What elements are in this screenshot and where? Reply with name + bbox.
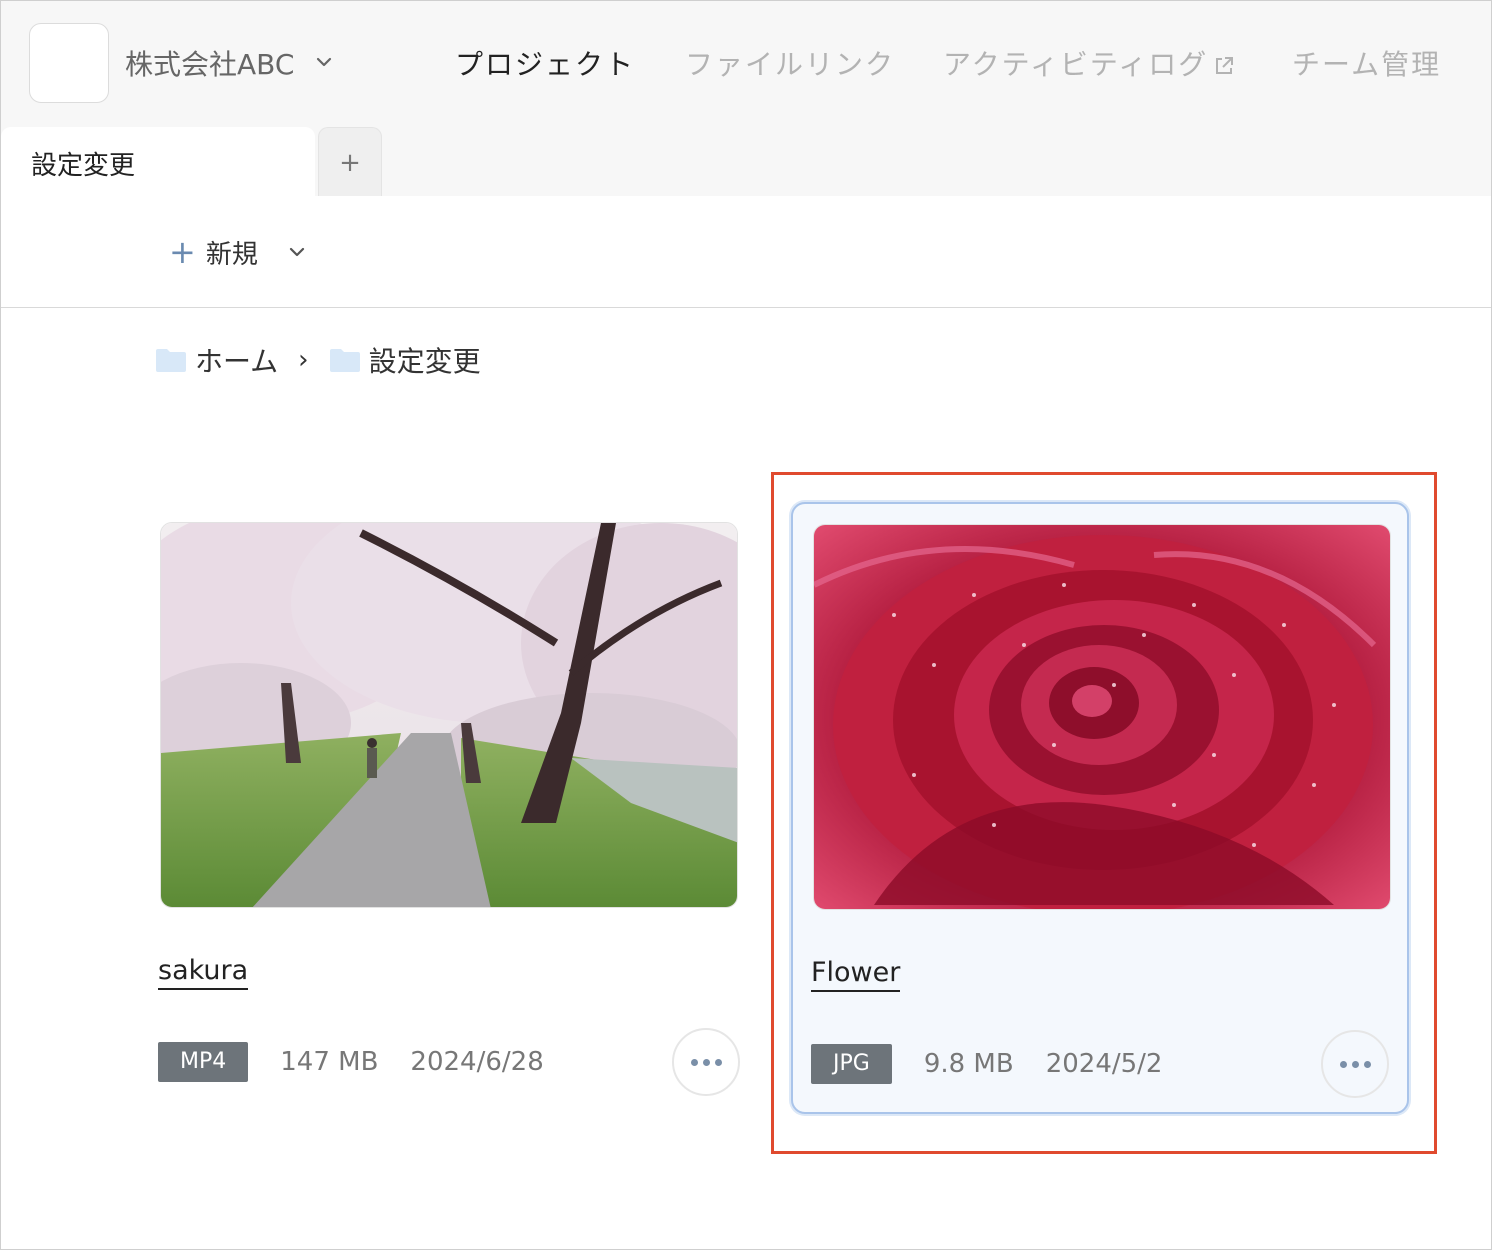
file-meta: JPG 9.8 MB 2024/5/2 — [811, 1044, 1162, 1084]
breadcrumb: ホーム › 設定変更 — [155, 340, 481, 380]
org-name[interactable]: 株式会社ABC — [125, 43, 294, 83]
file-type-badge: MP4 — [158, 1042, 249, 1082]
more-icon — [1339, 1060, 1371, 1068]
new-button[interactable]: + 新規 — [169, 232, 308, 272]
file-card-flower[interactable]: Flower JPG 9.8 MB 2024/5/2 — [791, 502, 1409, 1114]
nav-activity-log-label: アクティビティログ — [943, 48, 1209, 81]
rose-image — [814, 525, 1390, 909]
breadcrumb-home[interactable]: ホーム — [195, 340, 278, 380]
new-button-label: 新規 — [205, 239, 258, 270]
file-size: 9.8 MB — [923, 1049, 1014, 1079]
folder-icon — [156, 349, 186, 372]
file-size: 147 MB — [280, 1047, 379, 1077]
more-icon — [690, 1058, 722, 1066]
file-date: 2024/5/2 — [1045, 1049, 1163, 1079]
file-date: 2024/6/28 — [410, 1047, 544, 1077]
cherry-blossom-image — [161, 523, 737, 907]
breadcrumb-current[interactable]: 設定変更 — [369, 340, 481, 380]
nav-project[interactable]: プロジェクト — [455, 43, 635, 83]
nav-activity-log[interactable]: アクティビティログ — [943, 43, 1236, 83]
video-thumbnail[interactable] — [160, 522, 738, 908]
breadcrumb-separator: › — [298, 345, 309, 375]
file-name-link[interactable]: Flower — [811, 956, 901, 992]
file-name-link[interactable]: sakura — [158, 954, 249, 990]
more-options-button[interactable] — [1321, 1030, 1389, 1098]
more-options-button[interactable] — [672, 1028, 740, 1096]
chevron-down-icon[interactable] — [313, 51, 335, 73]
tab-settings-change[interactable]: 設定変更 — [1, 127, 315, 197]
external-link-icon — [1216, 57, 1234, 74]
file-meta: MP4 147 MB 2024/6/28 — [158, 1042, 544, 1082]
add-tab-button[interactable]: + — [318, 127, 382, 197]
nav-file-link[interactable]: ファイルリンク — [685, 43, 895, 83]
image-thumbnail[interactable] — [813, 524, 1391, 910]
org-logo[interactable] — [29, 23, 109, 103]
tab-label: 設定変更 — [31, 151, 136, 181]
chevron-down-icon — [289, 247, 304, 257]
folder-icon — [329, 349, 360, 372]
file-type-badge: JPG — [811, 1044, 892, 1084]
plus-icon: + — [169, 233, 196, 271]
file-card-sakura[interactable]: sakura MP4 147 MB 2024/6/28 — [140, 502, 758, 1114]
nav-team-management[interactable]: チーム管理 — [1292, 43, 1441, 83]
toolbar: + 新規 — [1, 196, 1491, 308]
